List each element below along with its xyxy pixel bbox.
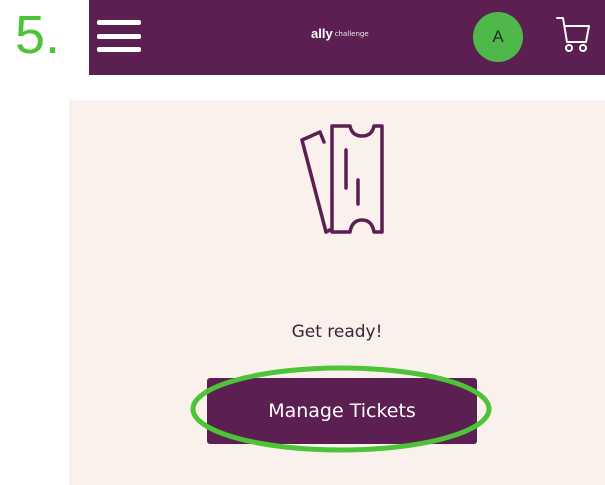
logo-challenge-text: challenge	[334, 29, 369, 38]
ticket-icon	[300, 124, 384, 234]
manage-tickets-button[interactable]: Manage Tickets	[207, 378, 477, 444]
tickets-panel: Get ready! Manage Tickets	[69, 100, 605, 485]
step-number-label: 5.	[15, 5, 61, 65]
hamburger-menu-icon[interactable]	[97, 20, 141, 52]
get-ready-message: Get ready!	[291, 322, 383, 342]
step-label-backdrop	[0, 75, 89, 100]
app-header: ally challenge A	[89, 0, 605, 75]
app-logo: ally challenge	[311, 26, 369, 41]
cart-button[interactable]	[555, 14, 591, 54]
logo-ally-text: ally	[311, 26, 333, 41]
user-avatar[interactable]: A	[473, 12, 523, 62]
cart-icon	[556, 17, 590, 52]
